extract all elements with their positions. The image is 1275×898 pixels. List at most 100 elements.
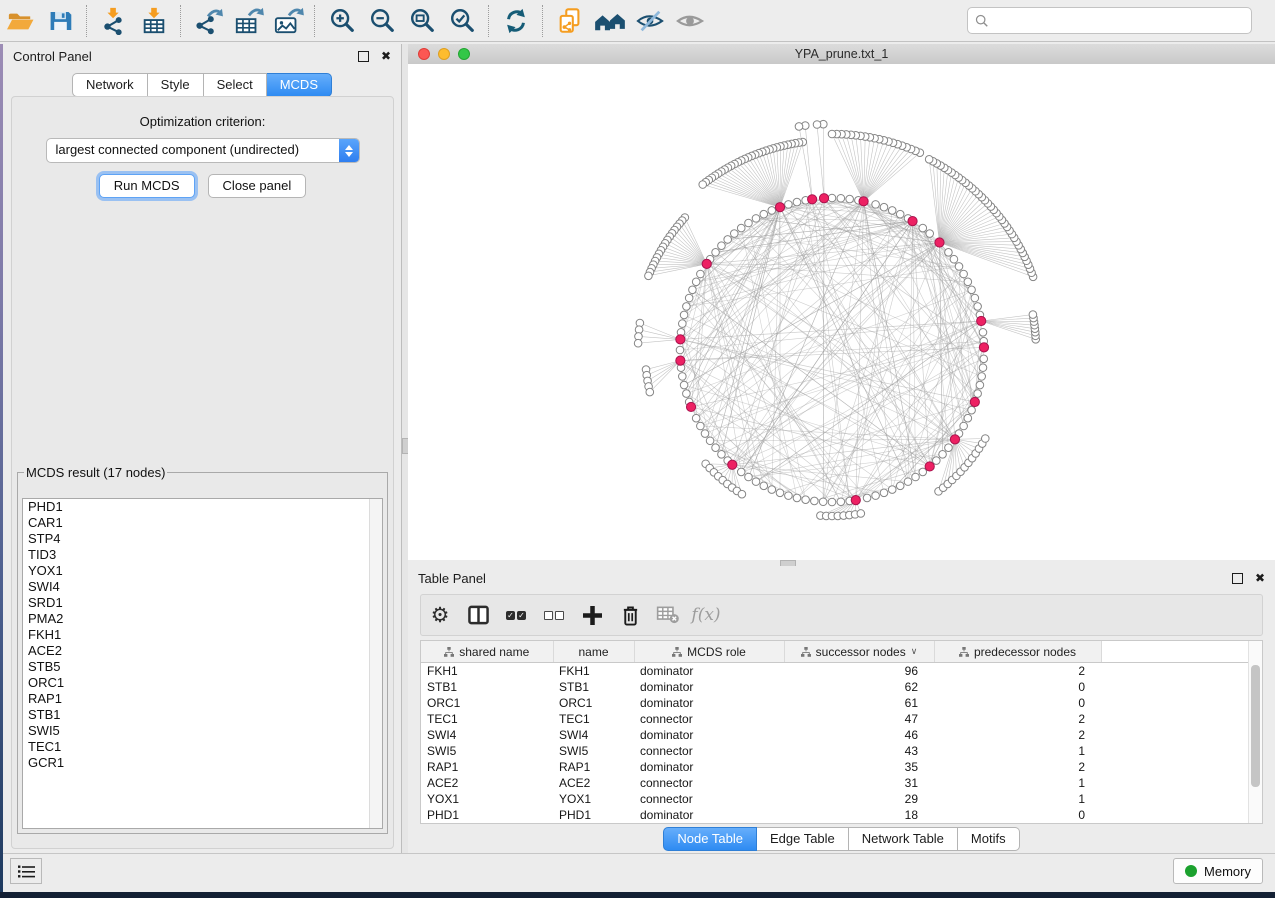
zoom-in-icon[interactable]: [322, 4, 362, 38]
table-panel-close-icon[interactable]: ✖: [1255, 572, 1265, 584]
table-cell: SWI5: [421, 743, 553, 759]
select-all-icon[interactable]: ✓✓: [497, 598, 535, 632]
unselect-all-icon[interactable]: [535, 598, 573, 632]
tab-motifs[interactable]: Motifs: [958, 827, 1020, 851]
table-cell: STB1: [421, 679, 553, 695]
export-image-icon[interactable]: [268, 4, 308, 38]
table-cell: 47: [784, 711, 934, 727]
table-cell: [1101, 743, 1262, 759]
search-icon: [975, 14, 989, 28]
mcds-result-item[interactable]: SWI5: [23, 723, 382, 739]
import-network-icon[interactable]: [94, 4, 134, 38]
table-settings-gear-icon[interactable]: ⚙: [421, 598, 459, 632]
column-header-predecessor-nodes[interactable]: predecessor nodes: [934, 641, 1101, 663]
window-close-icon[interactable]: [418, 48, 430, 60]
column-header-MCDS-role[interactable]: MCDS role: [634, 641, 784, 663]
import-table-icon[interactable]: [134, 4, 174, 38]
open-file-icon[interactable]: [0, 4, 40, 38]
tab-network[interactable]: Network: [72, 73, 148, 97]
column-tree-icon: [959, 647, 969, 657]
mcds-result-item[interactable]: ACE2: [23, 643, 382, 659]
table-row[interactable]: RAP1RAP1dominator352: [421, 759, 1262, 775]
first-neighbors-icon[interactable]: [590, 4, 630, 38]
mcds-result-list[interactable]: PHD1CAR1STP4TID3YOX1SWI4SRD1PMA2FKH1ACE2…: [22, 498, 383, 829]
mcds-result-item[interactable]: PHD1: [23, 499, 382, 515]
run-mcds-button[interactable]: Run MCDS: [99, 174, 195, 198]
mcds-result-scrollbar[interactable]: [369, 499, 382, 828]
mcds-result-item[interactable]: STB1: [23, 707, 382, 723]
close-panel-button[interactable]: Close panel: [208, 174, 307, 198]
export-table-icon[interactable]: [228, 4, 268, 38]
tab-network-table[interactable]: Network Table: [849, 827, 958, 851]
mcds-result-item[interactable]: CAR1: [23, 515, 382, 531]
mcds-result-item[interactable]: STB5: [23, 659, 382, 675]
optimization-criterion-dropdown[interactable]: largest connected component (undirected): [46, 138, 360, 163]
zoom-out-icon[interactable]: [362, 4, 402, 38]
table-cell: ACE2: [421, 775, 553, 791]
mcds-result-item[interactable]: TEC1: [23, 739, 382, 755]
optimization-criterion-label: Optimization criterion:: [12, 114, 393, 129]
mcds-result-item[interactable]: ORC1: [23, 675, 382, 691]
node-table[interactable]: shared namenameMCDS rolesuccessor nodes∨…: [420, 640, 1263, 824]
delete-column-trash-icon[interactable]: [611, 598, 649, 632]
mcds-result-item[interactable]: YOX1: [23, 563, 382, 579]
table-row[interactable]: PHD1PHD1dominator180: [421, 807, 1262, 823]
mcds-result-item[interactable]: GCR1: [23, 755, 382, 771]
add-column-icon[interactable]: [573, 598, 611, 632]
table-cell: TEC1: [553, 711, 634, 727]
column-header-shared-name[interactable]: shared name: [421, 641, 553, 663]
mcds-result-item[interactable]: STP4: [23, 531, 382, 547]
network-window-titlebar[interactable]: YPA_prune.txt_1: [408, 44, 1275, 65]
mcds-result-item[interactable]: SRD1: [23, 595, 382, 611]
table-row[interactable]: FKH1FKH1dominator962: [421, 663, 1262, 680]
table-body: FKH1FKH1dominator962STB1STB1dominator620…: [421, 663, 1262, 824]
window-zoom-icon[interactable]: [458, 48, 470, 60]
table-row[interactable]: STB1STB1dominator620: [421, 679, 1262, 695]
table-row[interactable]: TEC1TEC1connector472: [421, 711, 1262, 727]
mcds-result-item[interactable]: FKH1: [23, 627, 382, 643]
duplicate-network-icon[interactable]: [550, 4, 590, 38]
table-row[interactable]: SWI5SWI5connector431: [421, 743, 1262, 759]
window-minimize-icon[interactable]: [438, 48, 450, 60]
table-row[interactable]: ACE2ACE2connector311: [421, 775, 1262, 791]
table-panel-float-icon[interactable]: [1232, 573, 1243, 584]
toolbar-separator: [488, 5, 490, 37]
toolbar-separator: [542, 5, 544, 37]
tab-mcds[interactable]: MCDS: [267, 73, 332, 97]
network-canvas[interactable]: [408, 64, 1275, 560]
task-history-button[interactable]: [10, 858, 42, 884]
show-columns-icon[interactable]: [459, 598, 497, 632]
column-header-name[interactable]: name: [553, 641, 634, 663]
apply-layout-icon[interactable]: [496, 4, 536, 38]
toolbar-separator: [180, 5, 182, 37]
control-panel-float-icon[interactable]: [358, 51, 369, 62]
table-cell: [1101, 727, 1262, 743]
mcds-result-item[interactable]: TID3: [23, 547, 382, 563]
memory-button[interactable]: Memory: [1173, 858, 1263, 884]
tab-style[interactable]: Style: [148, 73, 204, 97]
column-header-successor-nodes[interactable]: successor nodes∨: [784, 641, 934, 663]
search-field[interactable]: [967, 7, 1252, 34]
mcds-result-item[interactable]: RAP1: [23, 691, 382, 707]
save-session-icon[interactable]: [40, 4, 80, 38]
tab-select[interactable]: Select: [204, 73, 267, 97]
mcds-result-item[interactable]: SWI4: [23, 579, 382, 595]
table-row[interactable]: YOX1YOX1connector291: [421, 791, 1262, 807]
hide-selected-icon[interactable]: [630, 4, 670, 38]
dropdown-stepper-icon[interactable]: [339, 139, 359, 162]
table-cell: connector: [634, 743, 784, 759]
mcds-result-item[interactable]: PMA2: [23, 611, 382, 627]
table-scrollbar-track[interactable]: [1248, 641, 1262, 823]
tab-node-table[interactable]: Node Table: [663, 827, 757, 851]
table-row[interactable]: SWI4SWI4dominator462: [421, 727, 1262, 743]
export-network-icon[interactable]: [188, 4, 228, 38]
table-row[interactable]: ORC1ORC1dominator610: [421, 695, 1262, 711]
table-scrollbar-thumb[interactable]: [1251, 665, 1260, 787]
search-input[interactable]: [993, 10, 1251, 32]
table-cell: 2: [934, 663, 1101, 680]
table-cell: FKH1: [421, 663, 553, 680]
control-panel-close-icon[interactable]: ✖: [381, 50, 391, 62]
tab-edge-table[interactable]: Edge Table: [757, 827, 849, 851]
zoom-selected-icon[interactable]: [442, 4, 482, 38]
zoom-fit-icon[interactable]: [402, 4, 442, 38]
